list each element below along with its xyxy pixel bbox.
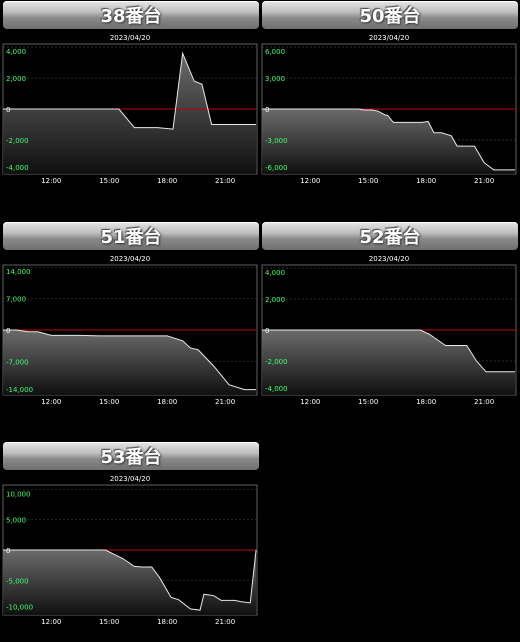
y-tick-label: 0 [6,547,10,555]
chart-50: 2023/04/20 6,000 3,000 0 -3,000 -6,000 12:00 15… [261,34,517,185]
machine-title-50: 50番台 [359,6,421,27]
machine-header-38[interactable]: 38番台 [3,1,259,29]
y-tick-label: 0 [6,106,10,114]
y-tick-label: 14,000 [6,268,31,276]
chart-date: 2023/04/20 [369,34,409,42]
x-tick-label: 21:00 [215,618,235,626]
chart-date: 2023/04/20 [110,255,150,263]
machine-title-53: 53番台 [100,447,162,468]
y-tick-label: 0 [265,327,269,335]
chart-date: 2023/04/20 [110,475,150,483]
x-tick-label: 18:00 [157,398,177,406]
y-tick-label: 6,000 [265,48,285,56]
x-tick-label: 18:00 [157,177,177,185]
y-tick-label: 2,000 [6,75,26,83]
y-tick-label: -3,000 [265,137,288,145]
y-tick-label: 4,000 [265,269,285,277]
x-tick-label: 15:00 [358,177,378,185]
machine-header-50[interactable]: 50番台 [262,1,518,29]
chart-panel-52: 52番台 2023/04/20 4,000 2,000 0 -2,000 -4,000 12… [261,222,518,422]
chart-panel-53: 53番台 2023/04/20 10,000 5,000 0 -5,000 -10,000… [2,442,259,642]
x-tick-label: 12:00 [300,177,320,185]
chart-53: 2023/04/20 10,000 5,000 0 -5,000 -10,000 12:00… [2,475,258,626]
chart-panel-38: 38番台 2023/04/20 4,000 2,000 0 -2,000 -4,000 12… [2,1,259,201]
x-tick-label: 21:00 [215,177,235,185]
machine-header-52[interactable]: 52番台 [262,222,518,250]
chart-52: 2023/04/20 4,000 2,000 0 -2,000 -4,000 12:00 15… [261,255,517,406]
machine-header-51[interactable]: 51番台 [3,222,259,250]
x-tick-label: 18:00 [157,618,177,626]
chart-38: 2023/04/20 4,000 2,000 0 -2,000 -4,000 12:00 15… [2,34,258,185]
y-tick-label: -5,000 [6,577,29,585]
y-tick-label: 0 [265,106,269,114]
y-tick-label: 5,000 [6,517,26,525]
y-tick-label: -14,000 [6,386,33,394]
x-tick-label: 15:00 [99,618,119,626]
y-tick-label: -10,000 [6,604,33,612]
y-tick-label: 4,000 [6,48,26,56]
y-tick-label: 7,000 [6,296,26,304]
y-tick-label: 3,000 [265,75,285,83]
y-tick-label: 10,000 [6,490,31,498]
x-tick-label: 21:00 [474,177,494,185]
x-tick-label: 15:00 [99,398,119,406]
y-tick-label: -4,000 [6,164,29,172]
chart-panel-51: 51番台 2023/04/20 14,000 7,000 0 -7,000 -14,000… [2,222,259,422]
x-tick-label: 21:00 [474,398,494,406]
y-tick-label: 0 [6,327,10,335]
y-tick-label: -6,000 [265,164,288,172]
y-tick-label: -4,000 [265,385,288,393]
machine-title-52: 52番台 [359,227,421,248]
x-tick-label: 12:00 [300,398,320,406]
machine-title-51: 51番台 [100,227,162,248]
x-tick-label: 12:00 [41,618,61,626]
x-tick-label: 18:00 [416,177,436,185]
x-tick-label: 12:00 [41,177,61,185]
x-tick-label: 21:00 [215,398,235,406]
y-tick-label: 2,000 [265,296,285,304]
x-tick-label: 15:00 [358,398,378,406]
chart-date: 2023/04/20 [369,255,409,263]
y-tick-label: -2,000 [265,358,288,366]
chart-date: 2023/04/20 [110,34,150,42]
x-tick-label: 15:00 [99,177,119,185]
x-tick-label: 12:00 [41,398,61,406]
machine-header-53[interactable]: 53番台 [3,442,259,470]
machine-title-38: 38番台 [100,6,162,27]
y-tick-label: -2,000 [6,137,29,145]
chart-panel-50: 50番台 2023/04/20 6,000 3,000 0 -3,000 -6,000 12… [261,1,518,201]
y-tick-label: -7,000 [6,358,29,366]
x-tick-label: 18:00 [416,398,436,406]
chart-51: 2023/04/20 14,000 7,000 0 -7,000 -14,000 12:00… [2,255,258,406]
